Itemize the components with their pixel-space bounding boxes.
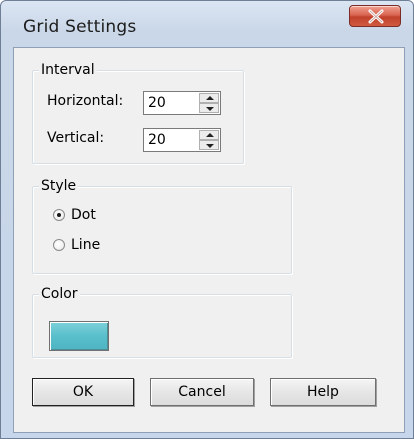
close-button[interactable] xyxy=(349,5,401,27)
horizontal-increment-button[interactable] xyxy=(199,93,219,103)
arrow-down-icon xyxy=(206,107,214,111)
title-bar[interactable]: Grid Settings xyxy=(1,1,413,37)
horizontal-spin-buttons xyxy=(199,93,219,113)
horizontal-input[interactable] xyxy=(145,93,200,113)
style-legend: Style xyxy=(39,178,79,194)
style-option-dot[interactable]: Dot xyxy=(53,207,153,225)
close-icon xyxy=(368,9,384,24)
dialog-body: Interval Horizontal: Vertical: Style xyxy=(13,47,405,433)
vertical-increment-button[interactable] xyxy=(199,130,219,140)
style-option-line[interactable]: Line xyxy=(53,237,153,255)
arrow-up-icon xyxy=(206,96,214,100)
horizontal-decrement-button[interactable] xyxy=(199,103,219,113)
style-group: Style Dot Line xyxy=(32,178,292,274)
vertical-spinner xyxy=(143,128,221,152)
vertical-decrement-button[interactable] xyxy=(199,140,219,150)
interval-legend: Interval xyxy=(39,62,97,78)
vertical-spin-buttons xyxy=(199,130,219,150)
interval-group: Interval Horizontal: Vertical: xyxy=(32,62,244,164)
dot-radio-label: Dot xyxy=(71,207,96,223)
radio-selected-dot xyxy=(57,213,61,217)
color-swatch-button[interactable] xyxy=(49,321,109,351)
color-legend: Color xyxy=(39,286,80,302)
vertical-label: Vertical: xyxy=(47,130,105,146)
horizontal-spinner xyxy=(143,91,221,115)
arrow-down-icon xyxy=(206,144,214,148)
help-button[interactable]: Help xyxy=(270,378,376,406)
dot-radio[interactable] xyxy=(53,209,65,221)
horizontal-label: Horizontal: xyxy=(47,93,124,109)
line-radio-label: Line xyxy=(71,237,101,253)
cancel-button[interactable]: Cancel xyxy=(150,378,254,406)
line-radio[interactable] xyxy=(53,239,65,251)
grid-settings-dialog: Grid Settings Interval Horizontal: Verti… xyxy=(0,0,414,439)
ok-button[interactable]: OK xyxy=(32,378,134,406)
arrow-up-icon xyxy=(206,133,214,137)
vertical-input[interactable] xyxy=(145,130,200,150)
color-group: Color xyxy=(32,286,292,358)
dialog-title: Grid Settings xyxy=(23,17,137,37)
